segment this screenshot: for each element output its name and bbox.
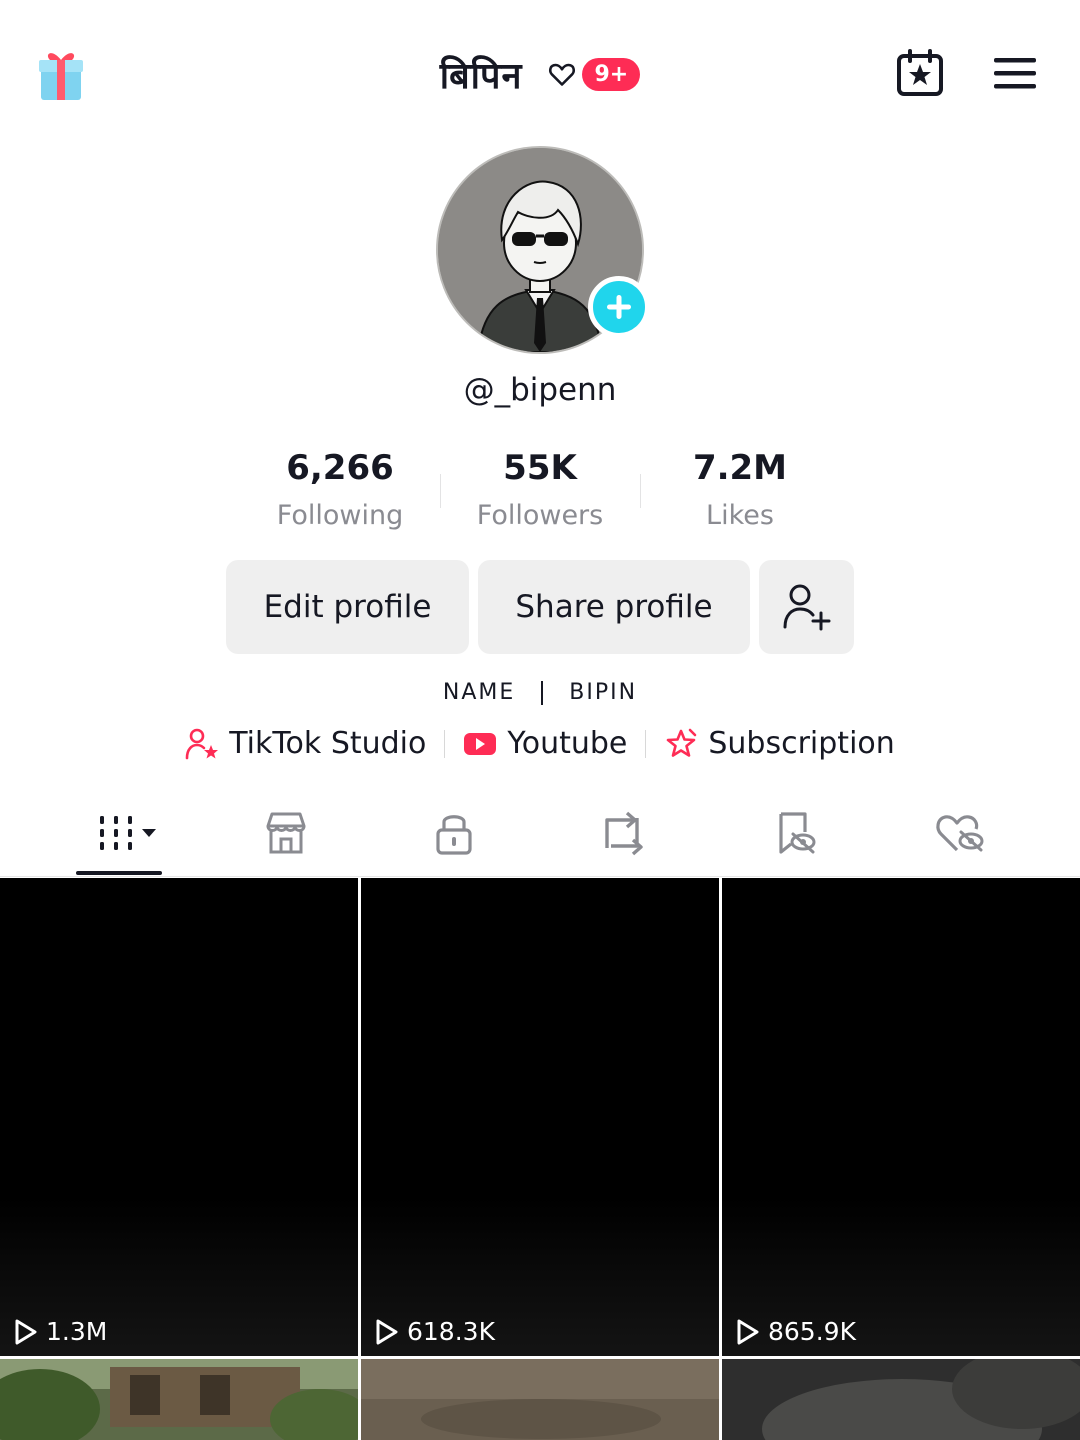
view-count: 1.3M bbox=[14, 1317, 107, 1346]
tabs-divider bbox=[0, 876, 1080, 877]
profile-links: TikTok Studio Youtube Subscription bbox=[0, 726, 1080, 761]
add-avatar-button[interactable] bbox=[588, 276, 650, 338]
bio-left: NAME bbox=[442, 680, 516, 705]
view-count-text: 865.9K bbox=[768, 1317, 856, 1346]
stat-label: Likes bbox=[706, 500, 774, 531]
tab-liked[interactable] bbox=[930, 808, 990, 858]
notifications-pill[interactable]: 9+ bbox=[548, 57, 641, 91]
tab-shop[interactable] bbox=[256, 808, 316, 858]
stat-followers[interactable]: 55K Followers bbox=[440, 448, 640, 531]
video-thumbnail[interactable] bbox=[0, 1359, 358, 1440]
link-divider bbox=[444, 729, 446, 758]
bio-divider bbox=[541, 681, 544, 705]
play-icon bbox=[15, 1319, 37, 1344]
play-icon bbox=[737, 1319, 759, 1344]
youtube-icon bbox=[464, 732, 497, 755]
tab-favorites[interactable] bbox=[764, 808, 824, 858]
menu-icon[interactable] bbox=[992, 55, 1038, 91]
video-thumbnail[interactable] bbox=[361, 1359, 719, 1440]
stat-value: 55K bbox=[503, 448, 577, 488]
heart-hidden-icon bbox=[936, 815, 984, 852]
profile-stats: 6,266 Following 55K Followers 7.2M Likes bbox=[240, 448, 840, 531]
video-thumbnail[interactable]: 1.3M bbox=[0, 878, 358, 1356]
shop-icon bbox=[266, 812, 306, 854]
link-label: TikTok Studio bbox=[229, 726, 427, 761]
profile-actions: Edit profile Share profile bbox=[226, 560, 854, 654]
stat-value: 7.2M bbox=[692, 448, 788, 488]
link-label: Youtube bbox=[507, 726, 628, 761]
tab-videos[interactable] bbox=[92, 808, 162, 858]
stat-following[interactable]: 6,266 Following bbox=[240, 448, 440, 531]
profile-title[interactable]: बिपिन bbox=[440, 50, 523, 99]
stat-value: 6,266 bbox=[286, 448, 394, 488]
person-star-icon bbox=[185, 728, 219, 759]
stat-label: Following bbox=[276, 500, 404, 531]
view-count: 618.3K bbox=[375, 1317, 495, 1346]
active-tab-indicator bbox=[76, 871, 162, 875]
tab-reposts[interactable] bbox=[592, 808, 652, 858]
share-profile-button[interactable]: Share profile bbox=[478, 560, 750, 654]
link-youtube[interactable]: Youtube bbox=[463, 726, 627, 761]
lock-icon bbox=[436, 815, 472, 855]
view-count-text: 618.3K bbox=[407, 1317, 495, 1346]
link-divider bbox=[645, 729, 647, 758]
profile-bio: NAME BIPIN bbox=[0, 680, 1080, 705]
video-thumbnail[interactable] bbox=[722, 1359, 1080, 1440]
subscription-star-icon bbox=[667, 728, 697, 757]
video-thumbnail[interactable]: 618.3K bbox=[361, 878, 719, 1356]
link-tiktok-studio[interactable]: TikTok Studio bbox=[185, 726, 426, 761]
link-label: Subscription bbox=[708, 726, 895, 761]
grid-icon bbox=[100, 816, 156, 850]
top-bar: बिपिन 9+ bbox=[0, 0, 1080, 145]
avatar-container[interactable] bbox=[436, 146, 650, 354]
tab-private[interactable] bbox=[424, 808, 484, 858]
play-icon bbox=[376, 1319, 398, 1344]
video-thumbnail[interactable]: 865.9K bbox=[722, 878, 1080, 1356]
heart-outline-icon bbox=[549, 63, 576, 86]
profile-handle: @_bipenn bbox=[463, 372, 617, 408]
notification-badge: 9+ bbox=[582, 57, 641, 91]
stat-likes[interactable]: 7.2M Likes bbox=[640, 448, 840, 531]
add-friend-button[interactable] bbox=[759, 560, 854, 654]
edit-profile-button[interactable]: Edit profile bbox=[226, 560, 469, 654]
repost-icon bbox=[605, 811, 643, 856]
bio-right: BIPIN bbox=[569, 680, 638, 705]
video-grid: 1.3M 618.3K 865.9K bbox=[0, 878, 1080, 1440]
view-count: 865.9K bbox=[736, 1317, 856, 1346]
bookmark-hidden-icon bbox=[779, 812, 816, 854]
add-person-icon bbox=[783, 584, 830, 631]
view-count-text: 1.3M bbox=[46, 1317, 108, 1346]
content-tabs bbox=[0, 800, 1080, 878]
calendar-star-icon[interactable] bbox=[895, 48, 945, 98]
stat-label: Followers bbox=[476, 500, 604, 531]
link-subscription[interactable]: Subscription bbox=[664, 726, 895, 761]
